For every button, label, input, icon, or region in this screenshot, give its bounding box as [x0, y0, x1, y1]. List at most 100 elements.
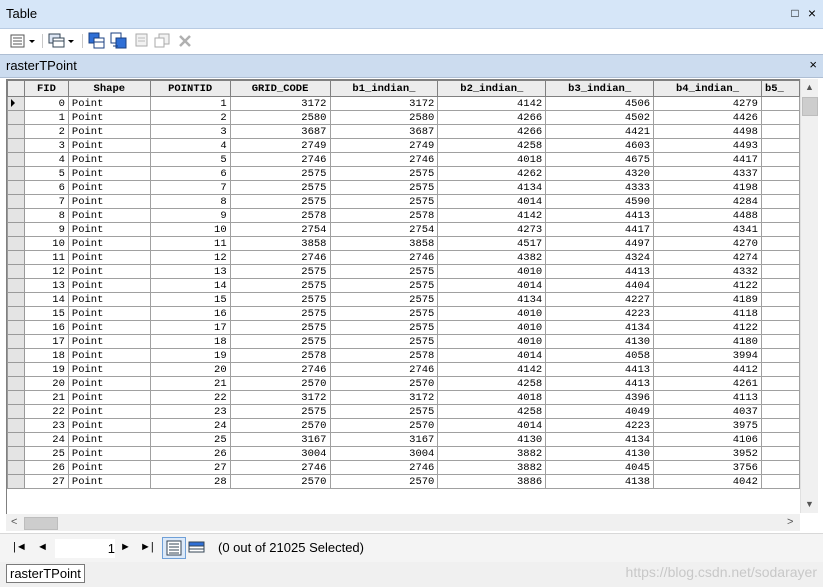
table-cell[interactable]: 4142 — [437, 362, 547, 377]
table-cell[interactable]: 2580 — [229, 110, 331, 125]
table-row[interactable]: 5 Point 6 2575 2575 4262 4320 4337 — [7, 166, 800, 181]
table-cell[interactable]: 4493 — [653, 138, 762, 153]
vertical-scrollbar[interactable]: ▲ ▼ — [800, 79, 818, 513]
clear-selection-icon[interactable] — [133, 32, 151, 50]
show-selected-records-button[interactable] — [188, 538, 206, 556]
table-cell[interactable]: 4258 — [437, 376, 547, 391]
table-row[interactable]: 27 Point 28 2570 2570 3886 4138 4042 — [7, 474, 800, 489]
table-cell[interactable]: 4258 — [437, 404, 547, 419]
table-cell[interactable]: Point — [67, 138, 151, 153]
table-cell[interactable] — [760, 404, 800, 419]
table-cell[interactable]: 2575 — [229, 292, 331, 307]
table-cell[interactable]: 4324 — [545, 250, 655, 265]
table-cell[interactable] — [760, 446, 800, 461]
row-selector[interactable] — [7, 348, 25, 363]
table-cell[interactable]: 6 — [149, 166, 231, 181]
table-cell[interactable]: 14 — [149, 278, 231, 293]
show-all-records-button[interactable] — [162, 537, 186, 559]
table-cell[interactable]: 4 — [23, 152, 69, 167]
row-selector[interactable] — [7, 236, 25, 251]
table-row[interactable]: 10 Point 11 3858 3858 4517 4497 4270 — [7, 236, 800, 251]
table-cell[interactable]: 19 — [23, 362, 69, 377]
table-cell[interactable] — [760, 418, 800, 433]
table-options-icon[interactable] — [9, 32, 37, 50]
table-cell[interactable]: 2575 — [329, 320, 439, 335]
table-cell[interactable]: 2575 — [329, 166, 439, 181]
table-cell[interactable] — [760, 278, 800, 293]
table-cell[interactable]: 3687 — [229, 124, 331, 139]
table-cell[interactable]: 8 — [23, 208, 69, 223]
column-header[interactable]: b2_indian_ — [437, 80, 547, 97]
table-cell[interactable]: 4138 — [545, 474, 655, 489]
delete-selected-icon[interactable] — [176, 32, 194, 50]
table-cell[interactable]: 20 — [149, 362, 231, 377]
table-cell[interactable] — [760, 432, 800, 447]
table-cell[interactable]: 4113 — [653, 390, 762, 405]
row-selector[interactable] — [7, 124, 25, 139]
table-cell[interactable]: 4018 — [437, 390, 547, 405]
table-cell[interactable]: 0 — [23, 96, 69, 111]
table-cell[interactable]: 5 — [23, 166, 69, 181]
current-record-input[interactable]: 1 — [54, 538, 116, 559]
table-cell[interactable]: 5 — [149, 152, 231, 167]
zoom-to-selected-icon[interactable] — [153, 32, 171, 50]
table-cell[interactable]: 3975 — [653, 418, 762, 433]
table-cell[interactable]: 2575 — [229, 404, 331, 419]
table-cell[interactable]: 4122 — [653, 278, 762, 293]
table-row[interactable]: 8 Point 9 2578 2578 4142 4413 4488 — [7, 208, 800, 223]
row-selector[interactable] — [7, 278, 25, 293]
table-cell[interactable] — [760, 194, 800, 209]
table-cell[interactable]: 4337 — [653, 166, 762, 181]
table-cell[interactable]: 12 — [23, 264, 69, 279]
scroll-up-icon[interactable]: ▲ — [804, 82, 815, 93]
table-row[interactable]: 23 Point 24 2570 2570 4014 4223 3975 — [7, 418, 800, 433]
table-cell[interactable]: 4037 — [653, 404, 762, 419]
table-cell[interactable]: 3172 — [229, 390, 331, 405]
table-cell[interactable]: 3756 — [653, 460, 762, 475]
close-window-button[interactable]: × — [805, 6, 819, 20]
row-selector[interactable] — [7, 418, 25, 433]
table-cell[interactable]: 4118 — [653, 306, 762, 321]
table-cell[interactable]: 4045 — [545, 460, 655, 475]
table-cell[interactable]: 4134 — [437, 292, 547, 307]
row-selector[interactable] — [7, 166, 25, 181]
table-cell[interactable]: 4106 — [653, 432, 762, 447]
table-cell[interactable]: 4266 — [437, 110, 547, 125]
table-cell[interactable]: 8 — [149, 194, 231, 209]
table-cell[interactable]: 2575 — [229, 166, 331, 181]
scroll-left-icon[interactable]: < — [11, 516, 17, 528]
table-cell[interactable] — [760, 180, 800, 195]
table-cell[interactable]: Point — [67, 264, 151, 279]
table-cell[interactable]: 2578 — [329, 208, 439, 223]
table-cell[interactable]: 2746 — [229, 250, 331, 265]
table-row[interactable]: 26 Point 27 2746 2746 3882 4045 3756 — [7, 460, 800, 475]
table-cell[interactable]: 4590 — [545, 194, 655, 209]
table-row[interactable]: 1 Point 2 2580 2580 4266 4502 4426 — [7, 110, 800, 125]
row-selector[interactable] — [7, 334, 25, 349]
table-cell[interactable]: 16 — [23, 320, 69, 335]
table-cell[interactable] — [760, 222, 800, 237]
table-cell[interactable]: 4320 — [545, 166, 655, 181]
table-cell[interactable]: 3 — [149, 124, 231, 139]
column-header[interactable]: FID — [23, 80, 69, 97]
table-cell[interactable]: 4603 — [545, 138, 655, 153]
table-cell[interactable]: 4 — [149, 138, 231, 153]
table-cell[interactable]: 27 — [23, 474, 69, 489]
row-selector[interactable] — [7, 404, 25, 419]
table-cell[interactable]: 4134 — [545, 320, 655, 335]
table-cell[interactable]: 4382 — [437, 250, 547, 265]
table-cell[interactable]: 4142 — [437, 96, 547, 111]
table-cell[interactable]: 14 — [23, 292, 69, 307]
table-row[interactable]: 4 Point 5 2746 2746 4018 4675 4417 — [7, 152, 800, 167]
table-cell[interactable]: 2746 — [329, 460, 439, 475]
table-cell[interactable]: 2570 — [329, 418, 439, 433]
table-cell[interactable] — [760, 362, 800, 377]
table-cell[interactable]: 2570 — [229, 376, 331, 391]
table-cell[interactable]: 4279 — [653, 96, 762, 111]
table-cell[interactable]: 4010 — [437, 334, 547, 349]
table-cell[interactable]: 4227 — [545, 292, 655, 307]
vertical-scroll-thumb[interactable] — [802, 97, 818, 116]
table-cell[interactable]: 4497 — [545, 236, 655, 251]
table-cell[interactable]: Point — [67, 334, 151, 349]
scroll-right-icon[interactable]: > — [787, 516, 793, 528]
